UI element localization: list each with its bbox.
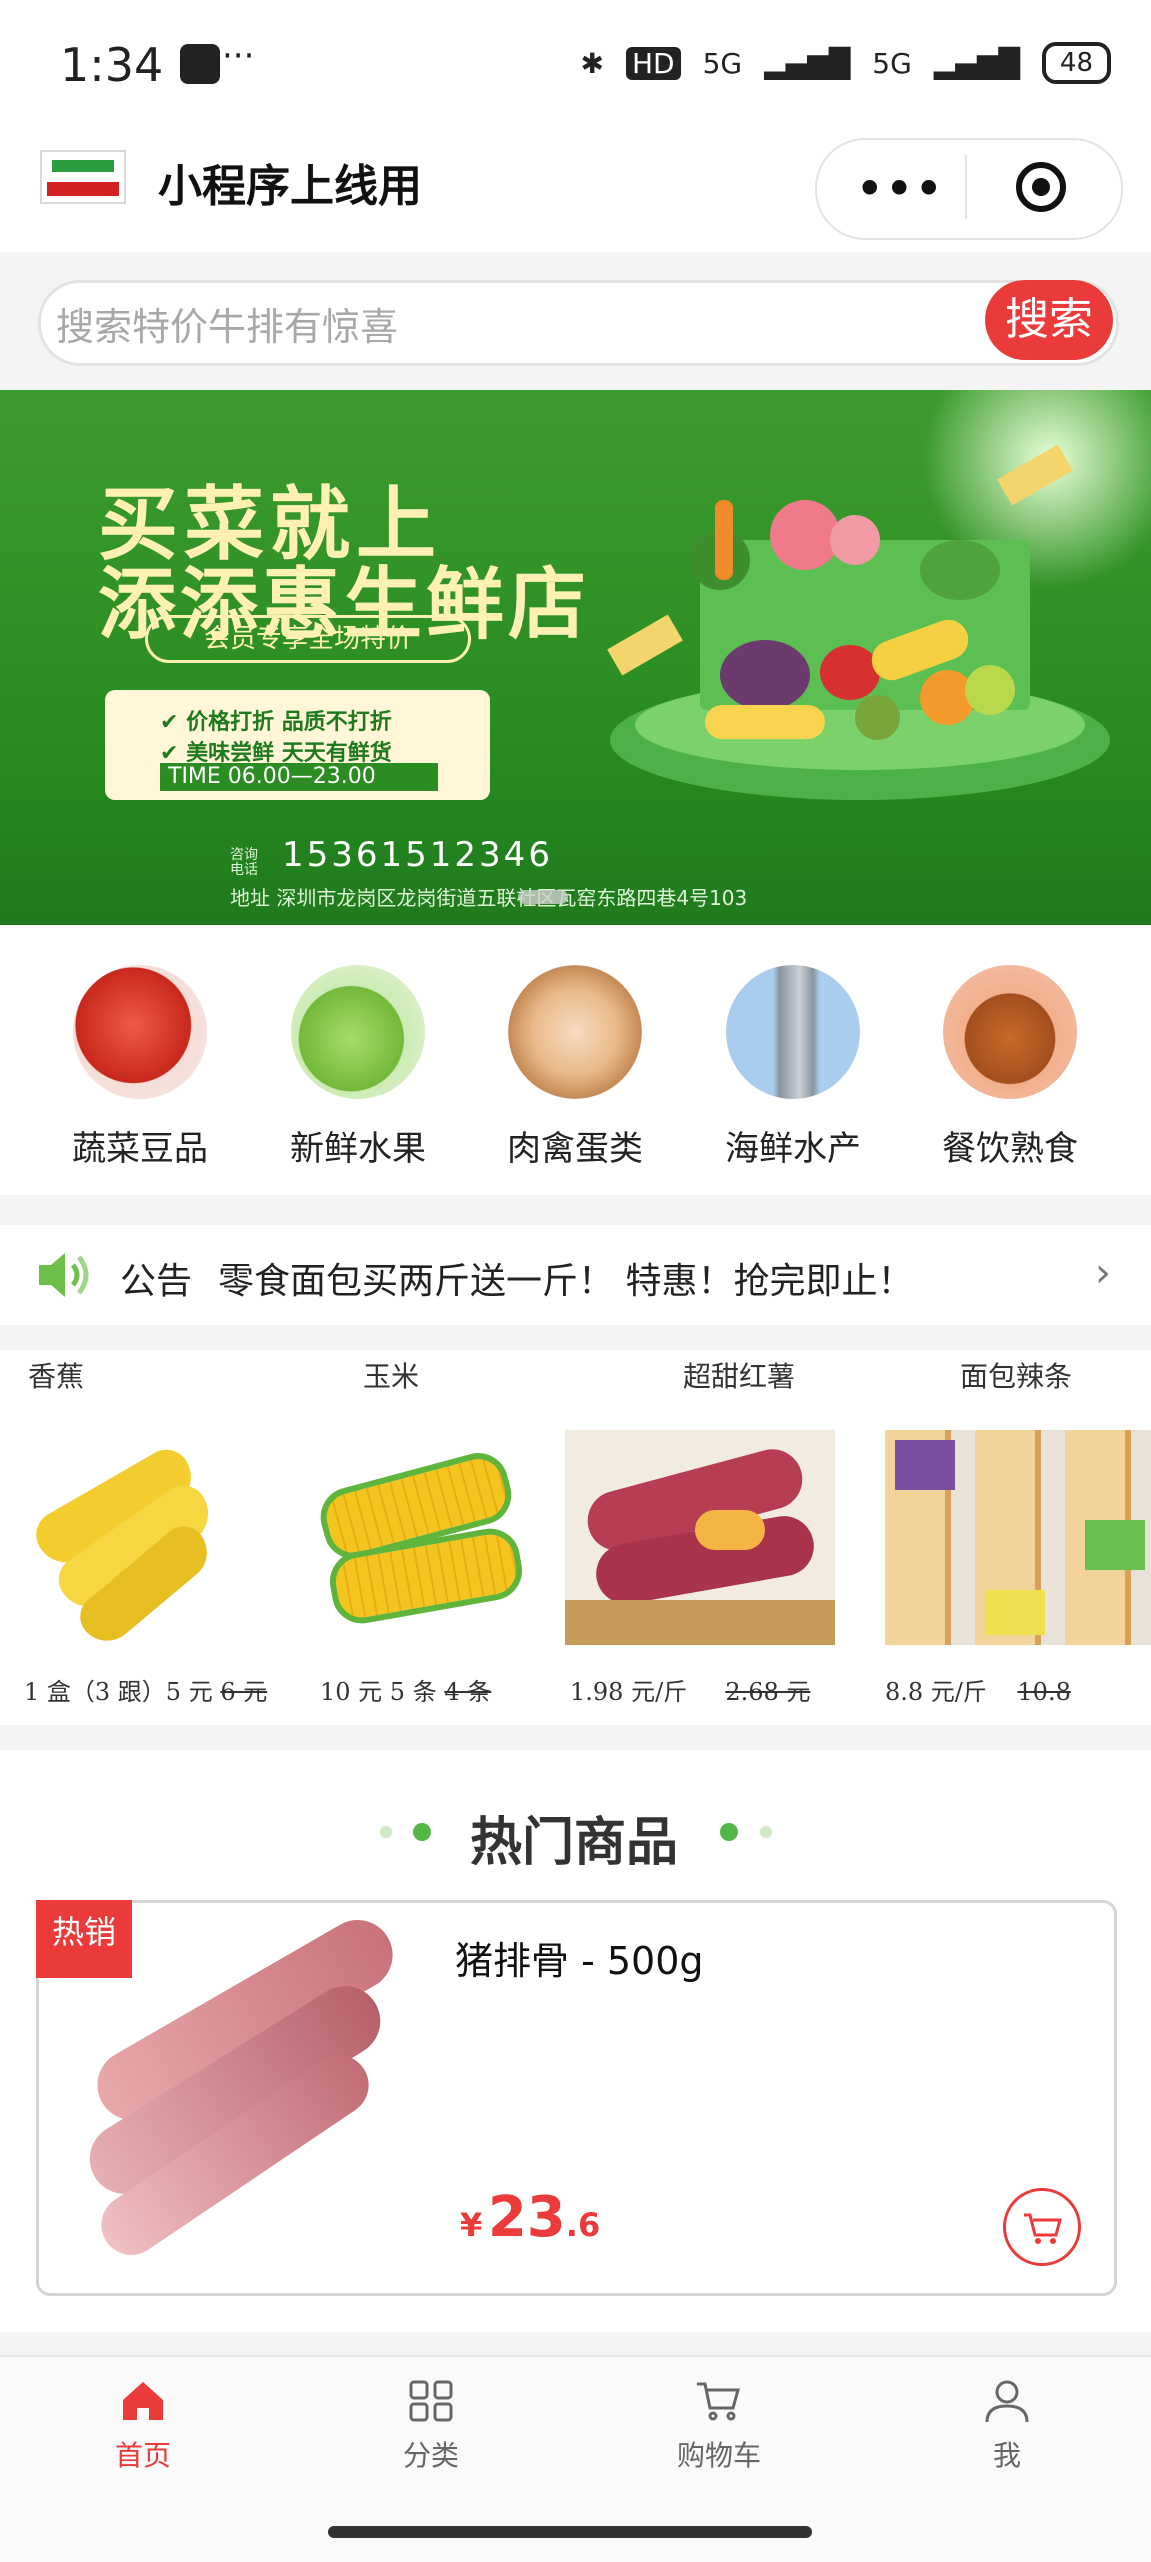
promo-title-sweet-potato: 超甜红薯 (683, 1360, 796, 1393)
pear-icon (965, 665, 1015, 715)
promo-title-banana: 香蕉 (28, 1360, 85, 1393)
home-indicator[interactable] (328, 2526, 812, 2538)
page-title: 小程序上线用 (158, 161, 422, 212)
banana-image[interactable] (10, 1430, 280, 1653)
category-label: 海鲜水产 (725, 1129, 861, 1169)
speaker-icon (39, 1253, 89, 1297)
grapes-icon (720, 640, 810, 710)
tab-label: 我 (992, 2439, 1021, 2472)
home-icon (123, 2382, 163, 2420)
roast-chicken-icon (943, 965, 1077, 1099)
more-menu-button[interactable]: ••• (855, 160, 943, 218)
chevron-right-icon[interactable]: › (1095, 1250, 1111, 1296)
user-icon (985, 2380, 1029, 2423)
corn-image[interactable] (280, 1430, 550, 1645)
status-indicators: ✱ HD 5G ▂▄▆█ 5G ▂▄▆█ 48 (580, 42, 1111, 84)
signal-5g-icon: 5G (702, 46, 743, 80)
title-dot-decoration (413, 1823, 431, 1841)
signal-bars-icon: ▂▄▆█ (764, 46, 851, 80)
tab-label: 首页 (114, 2439, 171, 2472)
banner-pill: 会员专享全场特价 (145, 615, 471, 663)
tab-me[interactable]: 我 (927, 2378, 1087, 2474)
category-meat-eggs[interactable]: 肉禽蛋类 (505, 965, 645, 1170)
notice-label: 公告 (120, 1261, 193, 1302)
category-deli[interactable]: 餐饮熟食 (940, 965, 1080, 1170)
promo-price-banana: 1 盒（3 跟）5 元 6 元 (24, 1678, 268, 1706)
cart-icon (697, 2382, 740, 2421)
bluetooth-icon: ✱ (580, 46, 604, 80)
add-to-cart-button[interactable] (1003, 2188, 1081, 2266)
banner-line-1: ✔ 价格打折 品质不打折 (160, 710, 392, 735)
recorder-app-icon (180, 44, 220, 84)
promo-banner[interactable]: 买菜就上 添添惠生鲜店 会员专享全场特价 ✔ 价格打折 品质不打折 ✔ 美味尝鲜… (0, 390, 1151, 925)
cart-icon (1024, 2213, 1062, 2244)
banner-address: 地址 深圳市龙岗区龙岗街道五联社区瓦窑东路四巷4号103 (230, 886, 748, 910)
category-label: 餐饮熟食 (942, 1129, 1078, 1169)
signal-5g-icon-2: 5G (872, 46, 912, 80)
category-seafood[interactable]: 海鲜水产 (723, 965, 863, 1170)
category-icon (409, 2380, 453, 2422)
pork-ribs-image (60, 1907, 420, 2267)
broccoli-icon (920, 540, 1000, 600)
category-vegetables[interactable]: 蔬菜豆品 (70, 965, 210, 1170)
egg-icon (508, 965, 642, 1099)
peach-icon-2 (830, 515, 880, 565)
fish-icon (726, 965, 860, 1099)
carrot-icon (715, 500, 733, 580)
app-logo (40, 150, 126, 204)
sweet-potato-image[interactable] (565, 1430, 835, 1645)
close-miniprogram-button[interactable] (1015, 161, 1067, 213)
snacks-image[interactable] (885, 1430, 1151, 1645)
product-price: ¥ 23.6 (460, 2185, 601, 2250)
notice-text: 零食面包买两斤送一斤！ 特惠！抢完即止！ (218, 1261, 914, 1302)
hot-sale-badge: 热销 (36, 1900, 132, 1978)
title-dot-decoration (760, 1826, 772, 1838)
tab-label: 分类 (402, 2439, 459, 2472)
promo-price-sweet-potato: 1.98 元/斤 2.68 元 (570, 1678, 811, 1706)
capsule-divider (965, 155, 967, 219)
hd-icon: HD (625, 46, 681, 80)
category-label: 蔬菜豆品 (72, 1129, 208, 1169)
apple-icon (820, 645, 880, 700)
banner-indicator[interactable] (518, 890, 568, 904)
category-label: 肉禽蛋类 (507, 1129, 643, 1169)
title-dot-decoration (720, 1823, 738, 1841)
hot-products-title: 热门商品 (470, 1813, 679, 1873)
promo-title-snacks: 面包辣条 (960, 1360, 1073, 1393)
signal-bars-icon-2: ▂▄▆█ (933, 46, 1020, 80)
tomato-icon (73, 965, 207, 1099)
tab-category[interactable]: 分类 (351, 2378, 511, 2474)
tab-home[interactable]: 首页 (63, 2378, 223, 2474)
banner-phone-label: 咨询 电话 (230, 847, 258, 878)
more-notifications-icon: ··· (222, 36, 255, 76)
apple-icon (291, 965, 425, 1099)
kiwi-icon (855, 695, 900, 740)
search-placeholder: 搜索特价牛排有惊喜 (56, 305, 399, 349)
tab-label: 购物车 (676, 2439, 761, 2472)
banner-phone: 15361512346 (282, 835, 553, 875)
status-time: 1:34 (60, 38, 164, 92)
promo-price-snacks: 8.8 元/斤 10.8 (885, 1678, 1071, 1706)
category-label: 新鲜水果 (290, 1129, 426, 1169)
category-fruits[interactable]: 新鲜水果 (288, 965, 428, 1170)
promo-title-corn: 玉米 (363, 1360, 420, 1393)
tab-cart[interactable]: 购物车 (639, 2378, 799, 2474)
coupon-icon (607, 614, 683, 676)
pineapple-slice-icon (705, 705, 825, 739)
banner-hours: TIME 06.00—23.00 (160, 763, 438, 791)
title-dot-decoration (380, 1826, 392, 1838)
battery-icon: 48 (1041, 42, 1111, 84)
promo-price-corn: 10 元 5 条 4 条 (320, 1678, 492, 1706)
product-name: 猪排骨 - 500g (455, 1939, 704, 1983)
search-button[interactable]: 搜索 (985, 280, 1113, 360)
